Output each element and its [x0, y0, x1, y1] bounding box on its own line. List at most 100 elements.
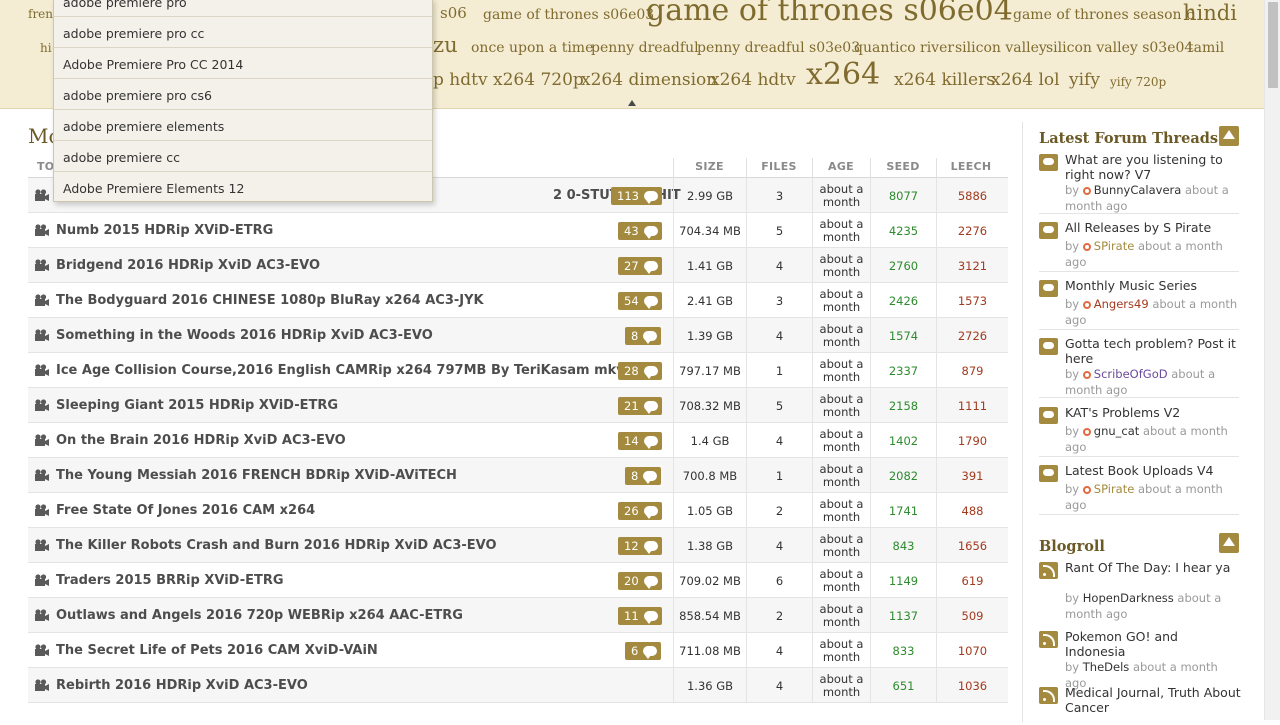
torrent-name-link[interactable]: Bridgend 2016 HDRip XviD AC3-EVO [56, 258, 320, 273]
thread-user[interactable]: SPirate [1094, 482, 1135, 496]
comments-badge[interactable]: 113 [611, 187, 662, 205]
autocomplete-item[interactable]: adobe premiere pro [54, 0, 432, 17]
blog-user[interactable]: HopenDarkness [1083, 591, 1174, 605]
tag-link[interactable]: river [920, 41, 954, 55]
thread-title[interactable]: KAT's Problems V2 [1065, 405, 1241, 420]
torrent-name-link[interactable]: Traders 2015 BRRip XViD-ETRG [56, 573, 284, 588]
autocomplete-item[interactable]: adobe premiere pro cc [54, 17, 432, 48]
table-row[interactable]: The Killer Robots Crash and Burn 2016 HD… [28, 528, 1008, 563]
tag-link[interactable]: yify [1069, 72, 1100, 89]
comments-badge[interactable]: 54 [618, 292, 662, 310]
tag-link[interactable]: x264 lol [991, 72, 1060, 89]
blog-title[interactable]: Medical Journal, Truth About Cancer [1065, 685, 1241, 715]
forum-thread[interactable]: Latest Book Uploads V4 by SPirate about … [1039, 463, 1239, 515]
comments-badge[interactable]: 20 [618, 572, 662, 590]
autocomplete-item[interactable]: adobe premiere cc [54, 141, 432, 172]
forum-thread[interactable]: KAT's Problems V2 by gnu_cat about a mon… [1039, 405, 1239, 457]
thread-user[interactable]: ScribeOfGoD [1094, 367, 1168, 381]
tag-link[interactable]: silicon valley s03e04 [1046, 41, 1193, 55]
header-files[interactable]: FILES [746, 160, 812, 173]
table-row[interactable]: The Bodyguard 2016 CHINESE 1080p BluRay … [28, 283, 1008, 318]
thread-user[interactable]: gnu_cat [1094, 424, 1140, 438]
autocomplete-item[interactable]: adobe premiere elements [54, 110, 432, 141]
blog-title[interactable]: Pokemon GO! and Indonesia [1065, 629, 1241, 659]
table-row[interactable]: The Secret Life of Pets 2016 CAM XviD-VA… [28, 633, 1008, 668]
tag-link[interactable]: game of thrones s06e03 [483, 8, 654, 22]
autocomplete-item[interactable]: adobe premiere pro cs6 [54, 79, 432, 110]
collapse-arrow-icon[interactable] [628, 100, 636, 106]
table-row[interactable]: Sleeping Giant 2015 HDRip XViD-ETRG 21 708… [28, 388, 1008, 423]
autocomplete-item[interactable]: Adobe Premiere Pro CC 2014 [54, 48, 432, 79]
autocomplete-item[interactable]: Adobe Premiere Elements 12 [54, 172, 432, 203]
tag-link[interactable]: x264 720p [493, 72, 584, 89]
table-row[interactable]: Traders 2015 BRRip XViD-ETRG 20 709.02 MB 6… [28, 563, 1008, 598]
tag-link[interactable]: s06 [440, 6, 467, 21]
thread-title[interactable]: Gotta tech problem? Post it here [1065, 336, 1241, 366]
tag-link[interactable]: hi [40, 42, 52, 54]
torrent-name-link[interactable]: Sleeping Giant 2015 HDRip XViD-ETRG [56, 398, 338, 413]
table-row[interactable]: Numb 2015 HDRip XViD-ETRG 43 704.34 MB 5 abo… [28, 213, 1008, 248]
tag-link[interactable]: game of thrones season 6 [1013, 8, 1195, 22]
scrollbar-thumb[interactable] [1268, 2, 1278, 88]
header-leech[interactable]: LEECH [936, 160, 1006, 173]
tag-link[interactable]: hindi [1183, 3, 1237, 24]
torrent-name-link[interactable]: Ice Age Collision Course,2016 English CA… [56, 363, 625, 378]
table-row[interactable]: Bridgend 2016 HDRip XviD AC3-EVO 27 1.41 G… [28, 248, 1008, 283]
blog-post[interactable]: Rant Of The Day: I hear ya by HopenDarkn… [1039, 560, 1239, 622]
tag-link[interactable]: x264 [806, 60, 880, 90]
tag-link[interactable]: x264 hdtv [710, 72, 796, 89]
comments-badge[interactable]: 8 [625, 327, 662, 345]
table-row[interactable]: Rebirth 2016 HDRip XviD AC3-EVO 1.36 GB 4 a… [28, 668, 1008, 703]
table-row[interactable]: Something in the Woods 2016 HDRip XviD A… [28, 318, 1008, 353]
forum-thread[interactable]: What are you listening to right now? V7 … [1039, 152, 1239, 214]
collapse-up-icon[interactable] [1219, 533, 1239, 553]
comments-badge[interactable]: 28 [618, 362, 662, 380]
tag-link[interactable]: quantico [854, 41, 916, 55]
thread-user[interactable]: BunnyCalavera [1094, 183, 1182, 197]
collapse-up-icon[interactable] [1219, 126, 1239, 146]
comments-badge[interactable]: 27 [618, 257, 662, 275]
header-size[interactable]: SIZE [673, 160, 746, 173]
forum-thread[interactable]: Monthly Music Series by Angers49 about a… [1039, 278, 1239, 330]
torrent-name-link[interactable]: Outlaws and Angels 2016 720p WEBRip x264… [56, 608, 463, 623]
torrent-name-link[interactable]: Rebirth 2016 HDRip XviD AC3-EVO [56, 678, 308, 693]
tag-link[interactable]: p hdtv [433, 72, 488, 89]
header-seed[interactable]: SEED [870, 160, 936, 173]
comments-badge[interactable]: 21 [618, 397, 662, 415]
comments-badge[interactable]: 43 [618, 222, 662, 240]
torrent-name-link[interactable]: The Secret Life of Pets 2016 CAM XviD-VA… [56, 643, 378, 658]
torrent-name-link[interactable]: Free State Of Jones 2016 CAM x264 [56, 503, 315, 518]
thread-user[interactable]: SPirate [1094, 239, 1135, 253]
table-row[interactable]: Free State Of Jones 2016 CAM x264 26 1.05 … [28, 493, 1008, 528]
thread-title[interactable]: All Releases by S Pirate [1065, 220, 1241, 235]
tag-link[interactable]: penny dreadful s03e03 [697, 41, 860, 55]
blog-user[interactable]: TheDels [1083, 660, 1130, 674]
comments-badge[interactable]: 11 [618, 607, 662, 625]
table-row[interactable]: The Young Messiah 2016 FRENCH BDRip XViD… [28, 458, 1008, 493]
tag-link[interactable]: tamil [1188, 41, 1224, 55]
table-row[interactable]: Ice Age Collision Course,2016 English CA… [28, 353, 1008, 388]
header-name[interactable]: TO [37, 160, 54, 173]
table-row[interactable]: On the Brain 2016 HDRip XviD AC3-EVO 14 1.… [28, 423, 1008, 458]
blog-post[interactable]: Medical Journal, Truth About Cancer [1039, 685, 1241, 725]
page-scrollbar[interactable] [1264, 0, 1280, 720]
tag-link[interactable]: x264 killers [894, 72, 995, 89]
header-age[interactable]: AGE [812, 160, 870, 173]
comments-badge[interactable]: 26 [618, 502, 662, 520]
torrent-name-link[interactable]: The Killer Robots Crash and Burn 2016 HD… [56, 538, 497, 553]
comments-badge[interactable]: 12 [618, 537, 662, 555]
blog-post[interactable]: Pokemon GO! and Indonesia by TheDels abo… [1039, 629, 1241, 690]
thread-title[interactable]: Latest Book Uploads V4 [1065, 463, 1241, 478]
tag-link[interactable]: zu [433, 35, 458, 56]
blog-title[interactable]: Rant Of The Day: I hear ya [1065, 560, 1241, 575]
thread-title[interactable]: Monthly Music Series [1065, 278, 1241, 293]
thread-title[interactable]: What are you listening to right now? V7 [1065, 152, 1241, 182]
torrent-name-link[interactable]: The Bodyguard 2016 CHINESE 1080p BluRay … [56, 293, 484, 308]
tag-link[interactable]: penny dreadful [591, 41, 699, 55]
torrent-name-link[interactable]: Numb 2015 HDRip XViD-ETRG [56, 223, 273, 238]
torrent-name-link[interactable]: On the Brain 2016 HDRip XviD AC3-EVO [56, 433, 346, 448]
thread-user[interactable]: Angers49 [1094, 297, 1149, 311]
tag-link[interactable]: once upon a time [471, 41, 593, 55]
tag-link[interactable]: silicon valley [955, 41, 1047, 55]
tag-link[interactable]: yify 720p [1110, 76, 1166, 88]
